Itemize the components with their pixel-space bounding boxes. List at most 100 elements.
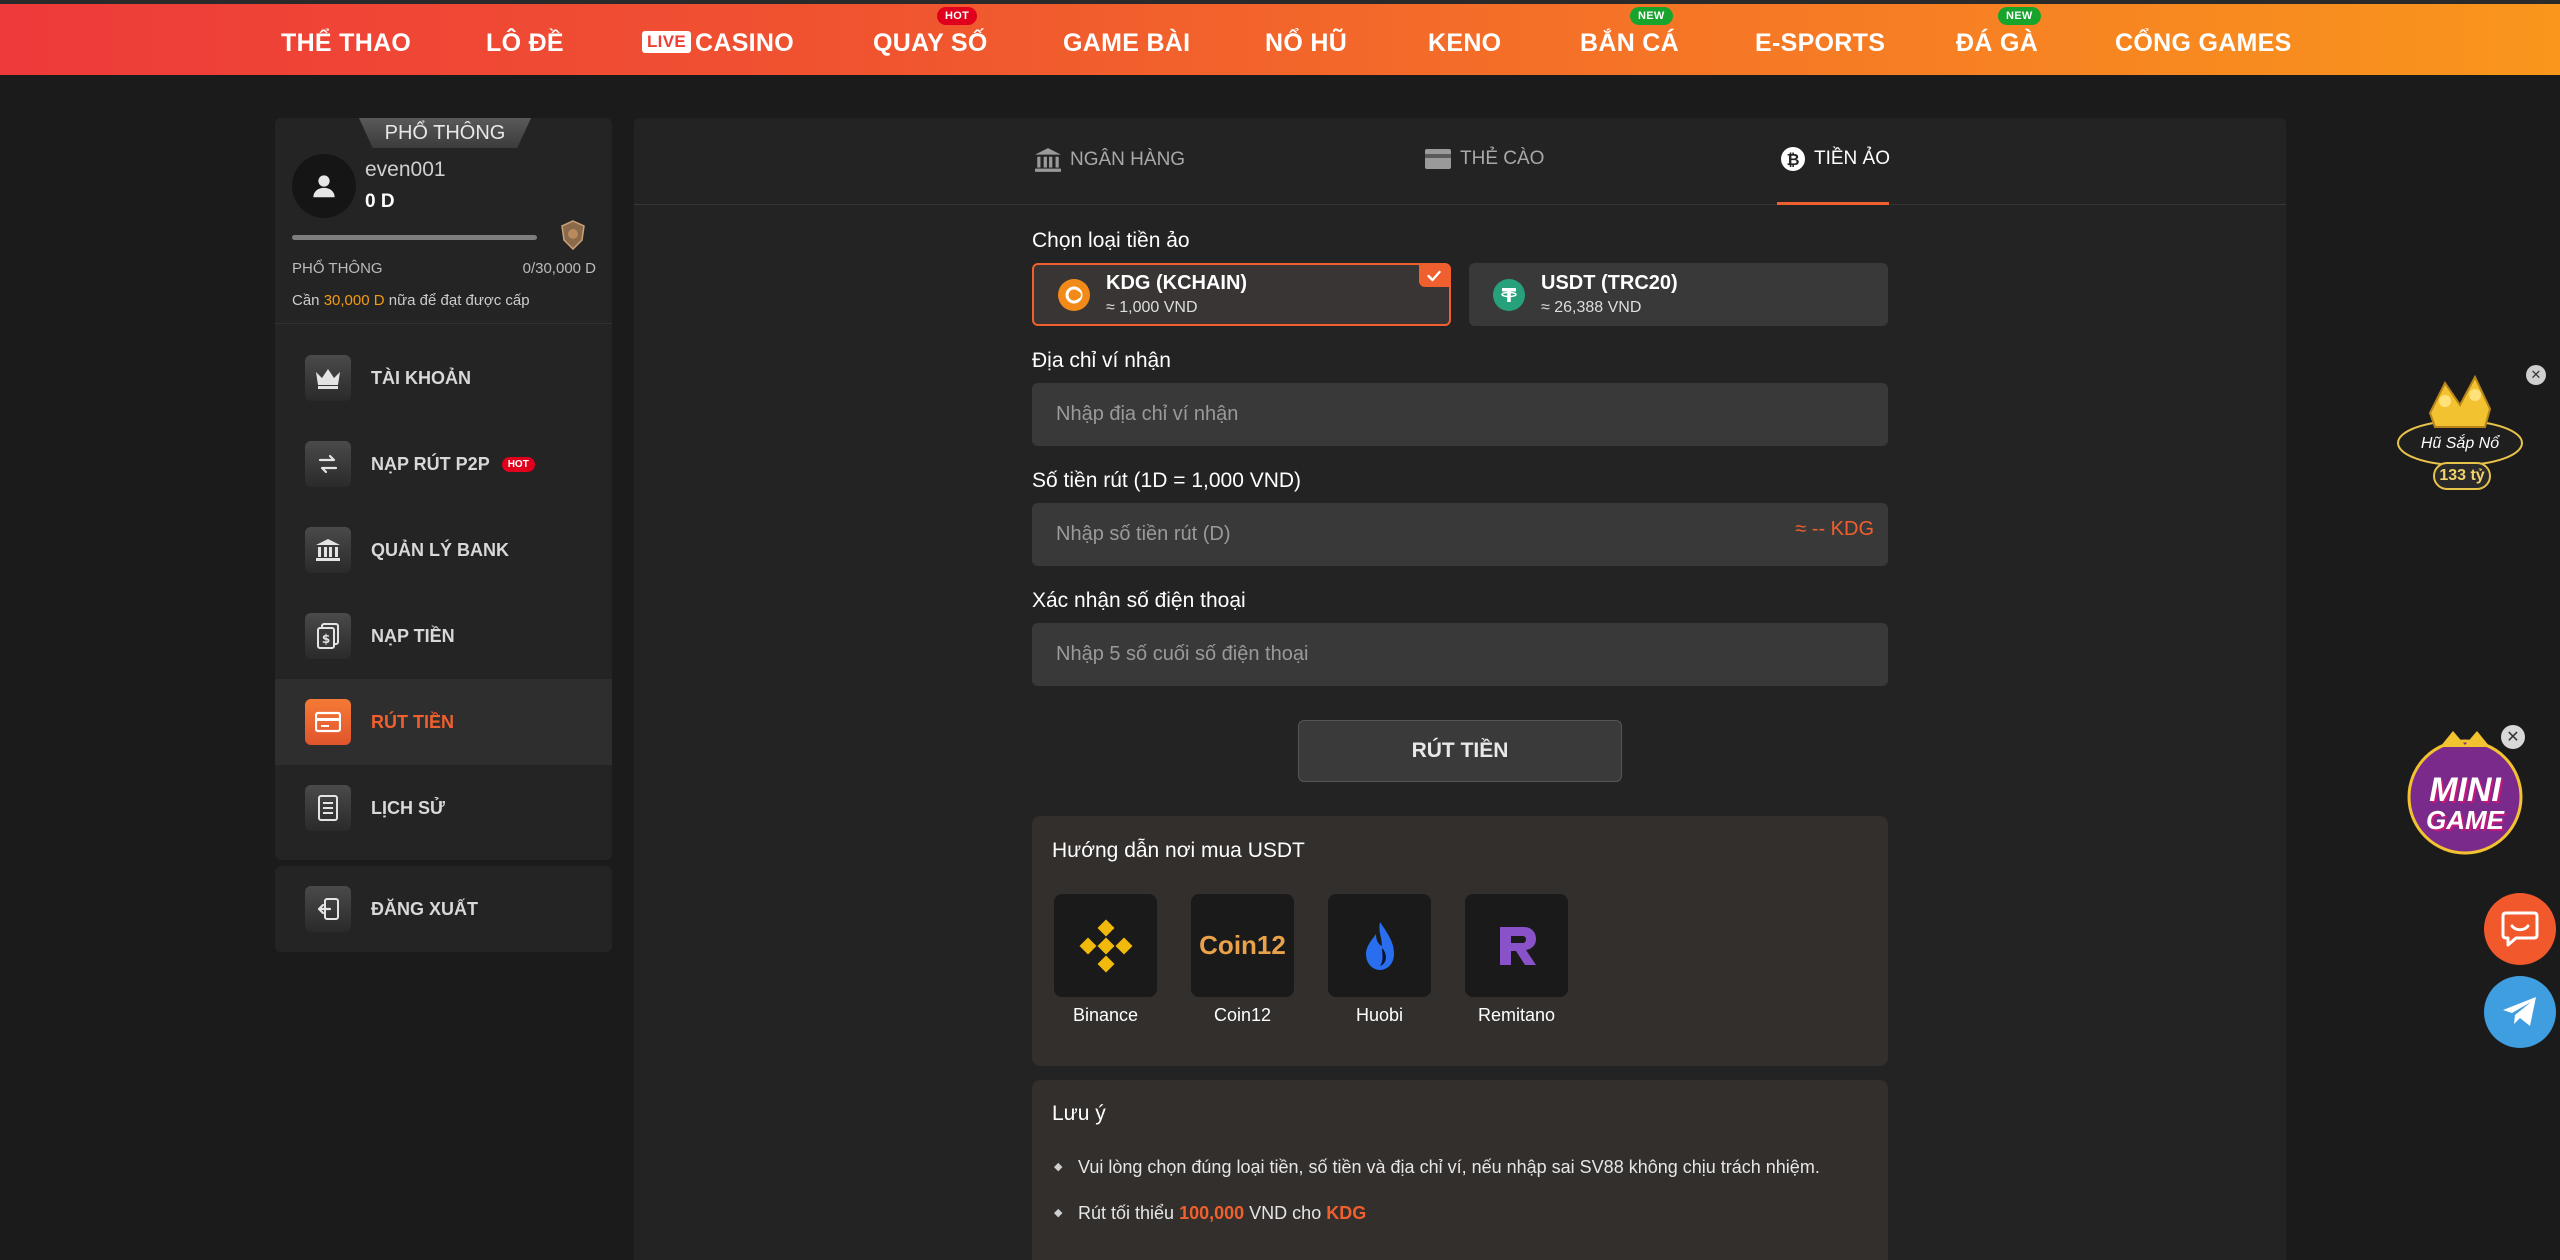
phone-confirm-label: Xác nhận số điện thoại (1032, 589, 1246, 612)
exchange-remitano[interactable]: Remitano (1465, 894, 1568, 1026)
note-text: Rút tối thiểu (1078, 1203, 1175, 1223)
active-tab-indicator (1777, 202, 1889, 205)
nav-item-esports[interactable]: E-SPORTS (1755, 29, 1885, 58)
avatar[interactable] (292, 154, 356, 218)
balance: 0 D (365, 191, 395, 212)
note-text: VND cho (1249, 1203, 1322, 1223)
crown-icon (305, 355, 351, 401)
exchange-name: Binance (1072, 1005, 1139, 1025)
sidebar-item-withdraw[interactable]: RÚT TIỀN (275, 679, 612, 765)
coin-option-kdg[interactable]: KDG (KCHAIN) ≈ 1,000 VND (1032, 263, 1451, 326)
close-icon[interactable]: ✕ (2501, 725, 2525, 749)
binance-icon (1054, 894, 1157, 997)
kdg-coin-icon (1058, 278, 1090, 311)
withdraw-submit-button[interactable]: RÚT TIỀN (1298, 720, 1622, 782)
telegram-button[interactable] (2484, 976, 2556, 1048)
need-prefix: Cần (292, 292, 320, 309)
guide-title: Hướng dẫn nơi mua USDT (1052, 839, 1305, 862)
jackpot-widget[interactable]: Hũ Sắp Nổ 133 tỷ ✕ (2390, 365, 2546, 510)
hot-badge: HOT (501, 456, 535, 472)
nav-item-label: CASINO (695, 29, 795, 57)
chat-icon (2501, 911, 2539, 947)
nav-item-game-bai[interactable]: GAME BÀI (1063, 29, 1190, 58)
notes-panel: Lưu ý Vui lòng chọn đúng loại tiền, số t… (1032, 1080, 1888, 1260)
account-sidebar: PHỔ THÔNG even001 0 D PHỔ THÔNG 0/30,000… (275, 118, 612, 860)
sidebar-item-label: RÚT TIỀN (371, 711, 454, 732)
sidebar-item-account[interactable]: TÀI KHOẢN (275, 335, 612, 421)
transfer-icon (305, 441, 351, 487)
min-withdraw-amount: 100,000 (1179, 1203, 1245, 1223)
need-amount: 30,000 D (323, 292, 385, 309)
sidebar-item-p2p[interactable]: NẠP RÚT P2P HOT (275, 421, 612, 507)
nav-item-the-thao[interactable]: THỂ THAO (281, 29, 411, 58)
nav-item-da-ga[interactable]: ĐÁ GÀ NEW (1956, 7, 2041, 58)
exchange-huobi[interactable]: Huobi (1328, 894, 1431, 1026)
amount-label: Số tiền rút (1D = 1,000 VND) (1032, 469, 1302, 492)
close-icon[interactable]: ✕ (2526, 365, 2546, 385)
mini-game-widget[interactable]: MINI GAME ✕ (2395, 725, 2535, 860)
exchange-name: Remitano (1477, 1005, 1556, 1025)
coin-option-usdt[interactable]: USDT (TRC20) ≈ 26,388 VND (1469, 263, 1888, 326)
live-badge: LIVE (642, 31, 691, 53)
mini-line1: MINI (2429, 771, 2501, 809)
nav-item-lo-de[interactable]: LÔ ĐỀ (486, 29, 564, 58)
coin-name: KDG (KCHAIN) (1106, 272, 1248, 294)
deposit-icon: $ (305, 613, 351, 659)
user-icon (313, 175, 335, 198)
wallet-address-label: Địa chỉ ví nhận (1032, 349, 1171, 372)
coin-rate: ≈ 1,000 VND (1106, 299, 1198, 316)
sidebar-item-history[interactable]: LỊCH SỬ (275, 765, 612, 851)
tier-progress-text: 0/30,000 D (522, 260, 596, 277)
note-item: Rút tối thiểu 100,000 VND cho KDG (1054, 1202, 1854, 1225)
nav-item-casino[interactable]: LIVE CASINO (642, 29, 794, 58)
jackpot-amount: 133 tỷ (2439, 467, 2485, 484)
nav-item-keno[interactable]: KENO (1428, 29, 1501, 58)
exchange-name: Coin12 (1213, 1005, 1272, 1025)
svg-text:$: $ (322, 632, 330, 646)
coin12-icon: Coin12 (1191, 894, 1294, 997)
bank-icon (305, 527, 351, 573)
usdt-coin-icon (1493, 278, 1525, 311)
exchange-binance[interactable]: Binance (1054, 894, 1157, 1026)
new-badge: NEW (1998, 7, 2041, 25)
nav-item-label: QUAY SỐ (873, 29, 988, 57)
live-chat-button[interactable] (2484, 893, 2556, 965)
telegram-icon (2503, 997, 2536, 1026)
exchange-coin12[interactable]: Coin12 Coin12 (1191, 894, 1294, 1026)
username: even001 (365, 158, 446, 181)
sidebar-item-bank[interactable]: QUẢN LÝ BANK (275, 507, 612, 593)
amount-input[interactable] (1032, 503, 1888, 566)
phone-last-digits-input[interactable] (1032, 623, 1888, 686)
medal-icon (561, 220, 585, 250)
note-item: Vui lòng chọn đúng loại tiền, số tiền và… (1054, 1156, 1854, 1179)
tab-label: THẺ CÀO (1460, 148, 1545, 169)
check-icon (1419, 265, 1449, 287)
nav-item-ban-ca[interactable]: BẮN CÁ NEW (1580, 7, 1679, 58)
nav-item-no-hu[interactable]: NỔ HŨ (1265, 29, 1347, 58)
tab-scratch-card[interactable]: THẺ CÀO (1424, 146, 1544, 172)
wallet-address-input[interactable] (1032, 383, 1888, 446)
bank-icon (1035, 148, 1061, 172)
nav-item-cong-games[interactable]: CỔNG GAMES (2115, 29, 2292, 58)
svg-text:₿: ₿ (1786, 150, 1799, 169)
usdt-purchase-guide: Hướng dẫn nơi mua USDT Binance Coin12 Co… (1032, 816, 1888, 1066)
history-icon (305, 785, 351, 831)
logout-button[interactable]: ĐĂNG XUẤT (275, 866, 612, 952)
tab-label: TIỀN ẢO (1814, 148, 1891, 169)
sidebar-item-deposit[interactable]: $ NẠP TIỀN (275, 593, 612, 679)
tab-bank[interactable]: NGÂN HÀNG (1034, 146, 1185, 174)
bitcoin-icon: ₿ (1781, 147, 1805, 171)
sidebar-item-label: QUẢN LÝ BANK (371, 539, 509, 560)
tier-label: PHỔ THÔNG (292, 260, 383, 277)
nav-item-quay-so[interactable]: QUAY SỐ HOT (873, 7, 988, 58)
tier-progress-bar (292, 235, 537, 240)
need-suffix: nữa để đạt được cấp (388, 292, 530, 309)
tab-crypto[interactable]: ₿ TIỀN ẢO (1780, 146, 1890, 172)
remitano-icon (1465, 894, 1568, 997)
hot-badge: HOT (937, 7, 978, 25)
logout-label: ĐĂNG XUẤT (371, 898, 478, 919)
coin-rate: ≈ 26,388 VND (1541, 299, 1642, 316)
divider (275, 323, 612, 324)
new-badge: NEW (1630, 7, 1673, 25)
coin12-logo-text: Coin12 (1199, 930, 1286, 960)
